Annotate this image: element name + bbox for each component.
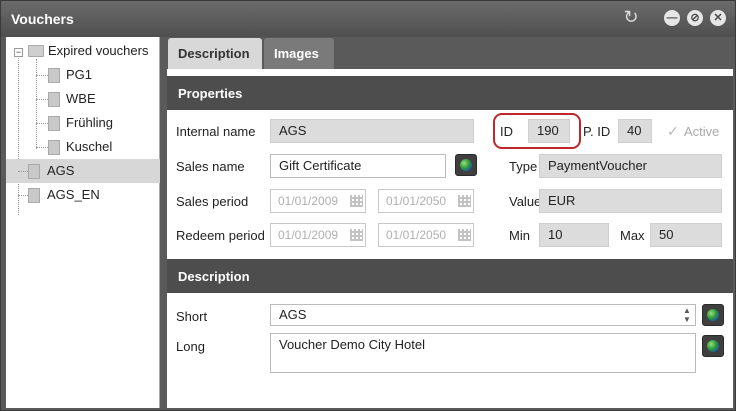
refresh-icon[interactable]: ↻ — [621, 7, 641, 27]
document-icon — [28, 188, 40, 203]
vouchers-window: Vouchers ↻ — ⊘ ✕ − Expired vouchers PG1 … — [0, 0, 736, 411]
document-icon — [28, 164, 40, 179]
redeem-period-from-input[interactable]: 01/01/2009 — [270, 223, 366, 247]
pid-label: P. ID — [583, 124, 611, 139]
document-icon — [48, 140, 60, 155]
sales-period-from-input[interactable]: 01/01/2009 — [270, 189, 366, 213]
calendar-icon[interactable] — [350, 229, 363, 241]
close-icon[interactable]: ✕ — [710, 10, 726, 26]
max-label: Max — [620, 228, 645, 243]
tree-item-label: Kuschel — [66, 139, 113, 154]
sales-period-from-value: 01/01/2009 — [278, 194, 339, 208]
id-label: ID — [500, 124, 513, 139]
min-label: Min — [509, 228, 530, 243]
content-area: Description Images Properties Internal n… — [167, 37, 733, 408]
tree-item-label: PG1 — [66, 67, 93, 82]
document-icon — [48, 116, 60, 131]
tree-item-kuschel[interactable]: Kuschel — [6, 135, 160, 159]
active-label: Active — [684, 124, 720, 139]
redeem-period-to-input[interactable]: 01/01/2050 — [378, 223, 474, 247]
tree-item-label: Expired vouchers — [48, 43, 149, 58]
window-title: Vouchers — [11, 11, 74, 27]
type-label: Type — [509, 159, 538, 174]
sales-period-to-input[interactable]: 01/01/2050 — [378, 189, 474, 213]
long-textarea[interactable]: Voucher Demo City Hotel — [270, 333, 696, 373]
tree-item-ags-en[interactable]: AGS_EN — [6, 183, 160, 207]
tree-item-pg1[interactable]: PG1 — [6, 63, 160, 87]
sales-name-label: Sales name — [176, 159, 245, 174]
sales-period-label: Sales period — [176, 194, 249, 209]
tab-bar: Description Images — [167, 37, 733, 69]
tree-item-label: Frühling — [66, 115, 113, 130]
tab-images[interactable]: Images — [264, 38, 334, 69]
id-field[interactable]: 190 — [528, 119, 570, 143]
tab-description[interactable]: Description — [168, 38, 262, 69]
short-input[interactable]: AGS ▲ ▼ — [270, 304, 696, 326]
value-label: Value — [509, 194, 542, 209]
tree-item-wbe[interactable]: WBE — [6, 87, 160, 111]
type-field[interactable]: PaymentVoucher — [539, 154, 722, 178]
collapse-icon[interactable]: − — [14, 48, 23, 57]
min-field[interactable]: 10 — [539, 223, 609, 247]
title-bar: Vouchers ↻ — ⊘ ✕ — [1, 1, 735, 37]
description-panel: Properties Internal name AGS ID 190 P. I… — [167, 69, 733, 408]
pid-field[interactable]: 40 — [618, 119, 652, 143]
folder-icon — [28, 45, 44, 57]
minimize-icon[interactable]: — — [664, 10, 680, 26]
description-header: Description — [167, 259, 733, 293]
tree-item-expired-vouchers[interactable]: − Expired vouchers — [6, 39, 160, 63]
document-icon — [48, 68, 60, 83]
redeem-period-to-value: 01/01/2050 — [386, 228, 447, 242]
spinner-icon[interactable]: ▲ ▼ — [681, 306, 693, 324]
calendar-icon[interactable] — [458, 195, 471, 207]
restore-icon[interactable]: ⊘ — [687, 10, 703, 26]
document-icon — [48, 92, 60, 107]
tree-item-ags[interactable]: AGS — [6, 159, 160, 183]
calendar-icon[interactable] — [350, 195, 363, 207]
active-checkbox[interactable]: ✓ — [667, 124, 679, 138]
sales-name-input[interactable]: Gift Certificate — [270, 154, 446, 178]
translate-globe-icon[interactable] — [702, 335, 724, 357]
tree-item-label: AGS_EN — [47, 187, 100, 202]
internal-name-field[interactable]: AGS — [270, 119, 474, 143]
redeem-period-from-value: 01/01/2009 — [278, 228, 339, 242]
translate-globe-icon[interactable] — [702, 304, 724, 326]
tree-item-fruehling[interactable]: Frühling — [6, 111, 160, 135]
translate-globe-icon[interactable] — [455, 154, 477, 176]
properties-header: Properties — [167, 76, 733, 110]
max-field[interactable]: 50 — [650, 223, 722, 247]
long-label: Long — [176, 339, 205, 354]
sales-period-to-value: 01/01/2050 — [386, 194, 447, 208]
redeem-period-label: Redeem period — [176, 228, 265, 243]
calendar-icon[interactable] — [458, 229, 471, 241]
voucher-tree: − Expired vouchers PG1 WBE Frühling Kusc… — [6, 37, 160, 408]
short-value: AGS — [279, 307, 307, 322]
internal-name-label: Internal name — [176, 124, 256, 139]
short-label: Short — [176, 309, 208, 324]
tree-item-label: WBE — [66, 91, 96, 106]
tree-item-label: AGS — [47, 163, 75, 178]
value-field[interactable]: EUR — [539, 189, 722, 213]
